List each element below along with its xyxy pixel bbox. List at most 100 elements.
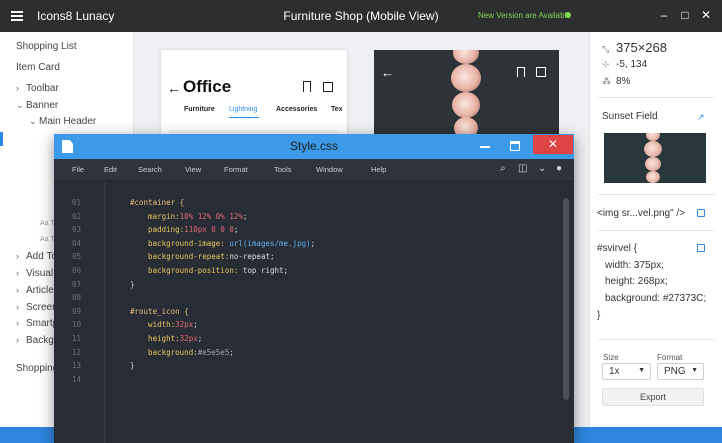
- app-titlebar: Icons8 Lunacy Furniture Shop (Mobile Vie…: [0, 0, 722, 32]
- layer-label: Screen: [26, 302, 58, 313]
- editor-close-button[interactable]: ✕: [533, 135, 573, 154]
- menu-tools[interactable]: Tools: [274, 165, 292, 174]
- menu-help[interactable]: Help: [371, 165, 386, 174]
- minimize-window-button[interactable]: –: [657, 8, 671, 22]
- close-window-button[interactable]: ✕: [699, 8, 713, 22]
- bookmark-icon[interactable]: [517, 67, 525, 77]
- layer-smartphone[interactable]: › Smartp: [16, 318, 58, 329]
- layer-visual[interactable]: › Visual: [16, 268, 53, 279]
- dimensions-readout[interactable]: ⤡ 375×268: [602, 40, 667, 55]
- layer-main-header[interactable]: ⌄ Main Header: [29, 116, 96, 127]
- code-token: #container {: [130, 198, 185, 207]
- editor-minimize-button[interactable]: [480, 146, 490, 148]
- menu-format[interactable]: Format: [224, 165, 248, 174]
- divider: [598, 97, 715, 98]
- opacity-icon: ⁂: [602, 76, 611, 86]
- line-number: 12: [72, 347, 82, 357]
- settings-icon[interactable]: ●: [556, 163, 562, 174]
- css-snippet-line: width: 375px;: [605, 260, 664, 271]
- menu-edit[interactable]: Edit: [104, 165, 117, 174]
- chevron-down-icon[interactable]: ⌄: [29, 116, 39, 127]
- chevron-right-icon[interactable]: ›: [16, 302, 26, 312]
- code-line[interactable]: background-position: top right;: [130, 266, 288, 275]
- code-token: background:: [130, 347, 198, 357]
- copy-icon[interactable]: [697, 244, 705, 252]
- code-token: ;: [193, 320, 198, 330]
- tab-furniture[interactable]: Furniture: [184, 106, 215, 113]
- bookmark-icon[interactable]: [303, 81, 311, 92]
- menu-view[interactable]: View: [185, 165, 201, 174]
- opacity-readout[interactable]: ⁂ 8%: [602, 76, 630, 87]
- code-token: 32px: [175, 320, 194, 330]
- line-number: 02: [72, 211, 82, 221]
- editor-maximize-button[interactable]: [510, 141, 520, 151]
- search-icon[interactable]: ⌕: [500, 163, 506, 174]
- shopping-bag-icon[interactable]: [323, 82, 333, 92]
- dimensions-value: 375×268: [616, 40, 667, 55]
- code-line[interactable]: background-repeat:no-repeat;: [130, 252, 274, 261]
- line-number-gutter: 01 02 03 04 05 06 07 08 09 10 11 12 13 14: [54, 181, 104, 443]
- text-layer-marker[interactable]: Aa T: [40, 220, 55, 227]
- code-line[interactable]: background:#e5e5e5;: [130, 348, 234, 357]
- code-token: 110px 0 0 0: [184, 225, 234, 235]
- layer-background[interactable]: › Backg: [16, 335, 54, 346]
- layer-item-card[interactable]: Item Card: [16, 62, 60, 73]
- document-title: Furniture Shop (Mobile View): [283, 9, 439, 23]
- menu-file[interactable]: File: [72, 165, 84, 174]
- export-button[interactable]: Export: [602, 388, 704, 406]
- chevron-right-icon[interactable]: ›: [16, 335, 26, 345]
- chevron-right-icon[interactable]: ›: [16, 83, 26, 93]
- tab-accessories[interactable]: Accessories: [276, 106, 317, 113]
- copy-icon[interactable]: [697, 209, 705, 217]
- layer-screen[interactable]: › Screen: [16, 302, 58, 313]
- layer-add-to[interactable]: › Add To: [16, 251, 57, 262]
- layer-banner[interactable]: ⌄ Banner: [16, 100, 58, 111]
- editor-titlebar[interactable]: Style.css ✕: [54, 134, 574, 159]
- export-format-select[interactable]: PNG ▼: [657, 363, 704, 380]
- menu-window[interactable]: Window: [316, 165, 343, 174]
- update-notice[interactable]: New Version are Available: [478, 11, 571, 20]
- chevron-down-icon[interactable]: ⌄: [538, 163, 546, 174]
- chevron-down-icon[interactable]: ⌄: [16, 100, 26, 111]
- code-line[interactable]: }: [130, 361, 135, 370]
- layer-shopping[interactable]: Shopping: [16, 363, 58, 374]
- layer-shopping-list[interactable]: Shopping List: [16, 41, 77, 52]
- editor-menubar: File Edit Search View Format Tools Windo…: [54, 159, 574, 181]
- fill-preview-thumbnail[interactable]: [604, 133, 706, 183]
- layer-label: Main Header: [39, 116, 97, 127]
- position-readout[interactable]: ⊹ -5, 134: [602, 59, 647, 70]
- code-line[interactable]: background-image: url(images/me.jpg);: [130, 239, 315, 248]
- layer-toolbar[interactable]: › Toolbar: [16, 83, 59, 94]
- external-link-icon[interactable]: ↗: [697, 112, 705, 123]
- code-token: ;: [310, 238, 316, 248]
- menu-search[interactable]: Search: [138, 165, 162, 174]
- chevron-right-icon[interactable]: ›: [16, 318, 26, 328]
- code-token: ;: [283, 266, 289, 275]
- text-layer-marker[interactable]: Aa T: [40, 236, 55, 243]
- gutter-separator: [104, 181, 105, 443]
- maximize-window-button[interactable]: □: [678, 8, 692, 22]
- chevron-right-icon[interactable]: ›: [16, 285, 26, 295]
- tab-textiles[interactable]: Tex: [331, 106, 343, 113]
- code-token: padding:: [130, 225, 185, 235]
- code-line[interactable]: }: [130, 280, 135, 289]
- shopping-bag-icon[interactable]: [536, 67, 546, 77]
- split-view-icon[interactable]: ◫: [518, 163, 527, 174]
- export-size-select[interactable]: 1x ▼: [602, 363, 651, 380]
- layer-label: Backg: [26, 335, 54, 346]
- tab-lightning[interactable]: Lightning: [229, 106, 257, 113]
- code-line[interactable]: width:32px;: [130, 320, 198, 329]
- code-line[interactable]: height:32px;: [130, 334, 202, 343]
- back-arrow-icon[interactable]: ←: [381, 65, 394, 80]
- code-line[interactable]: padding:110px 0 0 0;: [130, 225, 238, 234]
- layer-article[interactable]: › Article: [16, 285, 54, 296]
- chevron-right-icon[interactable]: ›: [16, 251, 26, 261]
- back-arrow-icon[interactable]: ←: [167, 80, 181, 96]
- code-line[interactable]: #container {: [130, 198, 184, 207]
- code-line[interactable]: #route_icon {: [130, 307, 189, 316]
- code-line[interactable]: margin:10% 12% 0% 12%;: [130, 212, 247, 221]
- code-token: 32px: [179, 334, 198, 343]
- editor-scrollbar[interactable]: [563, 198, 569, 400]
- chevron-right-icon[interactable]: ›: [16, 268, 26, 278]
- layer-label: Banner: [26, 100, 59, 111]
